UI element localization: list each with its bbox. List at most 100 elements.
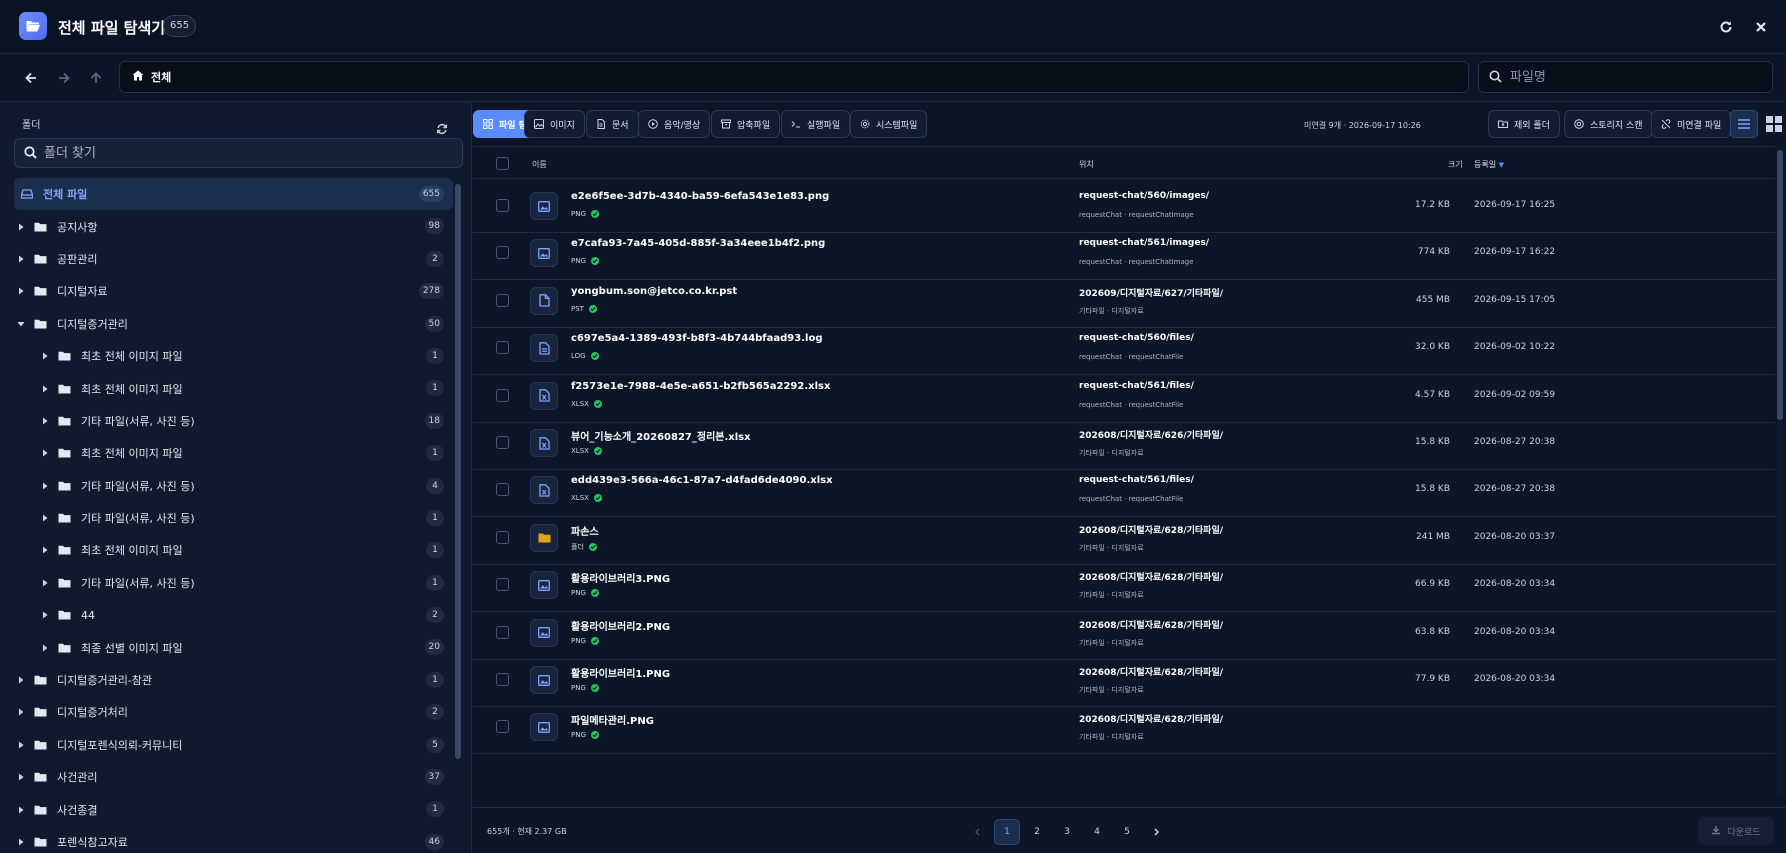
row-checkbox[interactable] — [496, 483, 509, 497]
table-row[interactable]: 활용라이브러리1.PNG PNG 202608/디지털자료/628/기타파일/기타파… — [473, 653, 1775, 707]
scrollbar-thumb[interactable] — [1777, 150, 1783, 420]
scan-button[interactable]: 스토리지 스캔 — [1564, 110, 1653, 138]
table-row[interactable]: e7cafa93-7a45-405d-885f-3a34eee1b4f2.png… — [473, 226, 1775, 281]
forward-arrow-icon[interactable] — [54, 68, 74, 88]
file-name[interactable]: 활용라이브러리1.PNG — [571, 665, 670, 680]
row-checkbox[interactable] — [496, 293, 509, 307]
page-button[interactable]: 2 — [1024, 819, 1050, 845]
file-location[interactable]: 202608/디지털자료/628/기타파일/ — [1079, 712, 1223, 725]
caret-right-icon[interactable] — [40, 545, 50, 555]
column-location[interactable]: 위치 — [1079, 159, 1094, 170]
row-checkbox[interactable] — [496, 673, 509, 686]
caret-right-icon[interactable] — [16, 707, 26, 717]
file-location[interactable]: 202608/디지털자료/628/기타파일/ — [1079, 665, 1223, 678]
filter-archive-button[interactable]: 압축파일 — [711, 110, 781, 138]
page-button[interactable]: 1 — [994, 819, 1020, 845]
file-name[interactable]: c697e5a4-1389-493f-b8f3-4b744bfaad93.log — [571, 333, 822, 344]
row-checkbox[interactable] — [496, 341, 509, 355]
sidebar-item[interactable]: 44 2 — [14, 599, 453, 631]
file-name[interactable]: 파일메타관리.PNG — [571, 712, 654, 727]
file-location[interactable]: 202608/디지털자료/628/기타파일/ — [1079, 618, 1223, 631]
table-row[interactable]: e2e6f5ee-3d7b-4340-ba59-6efa543e1e83.png… — [473, 179, 1775, 233]
file-search[interactable] — [1478, 61, 1773, 93]
row-checkbox[interactable] — [496, 436, 509, 449]
select-all-checkbox[interactable] — [496, 157, 509, 170]
sidebar-item[interactable]: 기타 파일(서류, 사진 등) 4 — [14, 470, 453, 502]
sidebar-item[interactable]: 디지털자료 278 — [14, 275, 453, 307]
file-location[interactable]: 202608/디지털자료/628/기타파일/ — [1079, 570, 1223, 583]
table-row[interactable]: 파손스 폴더 202608/디지털자료/628/기타파일/기타파일 · 디지털자료 2… — [473, 511, 1775, 565]
file-location[interactable]: request-chat/561/files/ — [1079, 475, 1194, 485]
prev-page-icon[interactable] — [964, 819, 990, 845]
file-name[interactable]: e2e6f5ee-3d7b-4340-ba59-6efa543e1e83.png — [571, 191, 829, 202]
caret-right-icon[interactable] — [40, 351, 50, 361]
sidebar-item[interactable]: 기타 파일(서류, 사진 등) 18 — [14, 405, 453, 437]
file-location[interactable]: request-chat/561/files/ — [1079, 381, 1194, 391]
filter-document-button[interactable]: 문서 — [586, 110, 639, 138]
file-name[interactable]: 파손스 — [571, 523, 599, 538]
sidebar-item[interactable]: 디지털증거관리-참관 1 — [14, 664, 453, 696]
caret-right-icon[interactable] — [16, 837, 26, 847]
sidebar-item[interactable]: 최초 전체 이미지 파일 1 — [14, 437, 453, 469]
file-name[interactable]: yongbum.son@jetco.co.kr.pst — [571, 286, 737, 297]
row-checkbox[interactable] — [496, 720, 509, 734]
table-row[interactable]: f2573e1e-7988-4e5e-a651-b2fb565a2292.xls… — [473, 369, 1775, 423]
table-row[interactable]: 파일메타관리.PNG PNG 202608/디지털자료/628/기타파일/기타파일 … — [473, 700, 1775, 755]
column-name[interactable]: 이름 — [532, 159, 547, 170]
page-button[interactable]: 4 — [1084, 819, 1110, 845]
sidebar-item[interactable]: 최종 선별 이미지 파일 20 — [14, 631, 453, 663]
filter-image-button[interactable]: 이미지 — [524, 110, 585, 138]
caret-right-icon[interactable] — [40, 610, 50, 620]
folder-search[interactable] — [14, 138, 463, 168]
file-location[interactable]: request-chat/560/images/ — [1079, 191, 1209, 201]
file-list-scrollbar[interactable] — [1777, 150, 1783, 796]
column-date[interactable]: 등록일 ▼ — [1474, 159, 1504, 170]
row-checkbox[interactable] — [496, 199, 509, 212]
table-row[interactable]: 활용라이브러리3.PNG PNG 202608/디지털자료/628/기타파일/기타파… — [473, 558, 1775, 613]
file-name[interactable]: f2573e1e-7988-4e5e-a651-b2fb565a2292.xls… — [571, 381, 830, 392]
caret-right-icon[interactable] — [40, 481, 50, 491]
breadcrumb[interactable]: 전체 — [119, 61, 1469, 93]
file-name[interactable]: 뷰어_기능소개_20260827_정리본.xlsx — [571, 428, 751, 443]
sidebar-item[interactable]: 사건종결 1 — [14, 793, 453, 825]
filter-gear-button[interactable]: 시스템파일 — [850, 110, 928, 138]
download-button[interactable]: 다운로드 — [1698, 817, 1774, 845]
file-search-input[interactable] — [1510, 69, 1750, 85]
sidebar-item[interactable]: 전체 파일 655 — [14, 178, 453, 211]
column-size[interactable]: 크기 — [1448, 159, 1463, 170]
up-arrow-icon[interactable] — [86, 68, 106, 88]
caret-right-icon[interactable] — [16, 254, 26, 264]
sidebar-item[interactable]: 공판관리 2 — [14, 243, 453, 275]
table-row[interactable]: yongbum.son@jetco.co.kr.pst PST 202609/디지털… — [473, 274, 1775, 328]
table-row[interactable]: c697e5a4-1389-493f-b8f3-4b744bfaad93.log… — [473, 321, 1775, 376]
file-location[interactable]: request-chat/561/images/ — [1079, 238, 1209, 248]
caret-right-icon[interactable] — [40, 448, 50, 458]
caret-right-icon[interactable] — [16, 222, 26, 232]
sidebar-item[interactable]: 최초 전체 이미지 파일 1 — [14, 534, 453, 566]
file-name[interactable]: edd439e3-566a-46c1-87a7-d4fad6de4090.xls… — [571, 475, 833, 486]
file-location[interactable]: 202608/디지털자료/626/기타파일/ — [1079, 428, 1223, 441]
file-location[interactable]: 202608/디지털자료/628/기타파일/ — [1079, 523, 1223, 536]
file-name[interactable]: 활용라이브러리2.PNG — [571, 618, 670, 633]
file-location[interactable]: request-chat/560/files/ — [1079, 333, 1194, 343]
folder-x-button[interactable]: 제외 폴더 — [1488, 110, 1560, 138]
caret-right-icon[interactable] — [40, 513, 50, 523]
caret-right-icon[interactable] — [16, 286, 26, 296]
next-page-icon[interactable] — [1144, 819, 1170, 845]
caret-down-icon[interactable] — [16, 319, 26, 329]
file-location[interactable]: 202609/디지털자료/627/기타파일/ — [1079, 286, 1223, 299]
caret-right-icon[interactable] — [40, 578, 50, 588]
sidebar-item[interactable]: 디지털포렌식의뢰-커뮤니티 5 — [14, 729, 453, 761]
sidebar-item[interactable]: 최초 전체 이미지 파일 1 — [14, 340, 453, 372]
sidebar-item[interactable]: 디지털증거관리 50 — [14, 308, 453, 340]
filter-play-button[interactable]: 음악/영상 — [638, 110, 711, 138]
unlink-button[interactable]: 미연결 파일 — [1651, 110, 1732, 138]
back-arrow-icon[interactable] — [21, 68, 41, 88]
caret-right-icon[interactable] — [16, 805, 26, 815]
sidebar-item[interactable]: 공지사항 98 — [14, 210, 453, 242]
page-button[interactable]: 5 — [1114, 819, 1140, 845]
table-row[interactable]: edd439e3-566a-46c1-87a7-d4fad6de4090.xls… — [473, 463, 1775, 518]
row-checkbox[interactable] — [496, 578, 509, 592]
close-icon[interactable] — [1751, 17, 1771, 37]
filter-terminal-button[interactable]: 실행파일 — [781, 110, 851, 138]
